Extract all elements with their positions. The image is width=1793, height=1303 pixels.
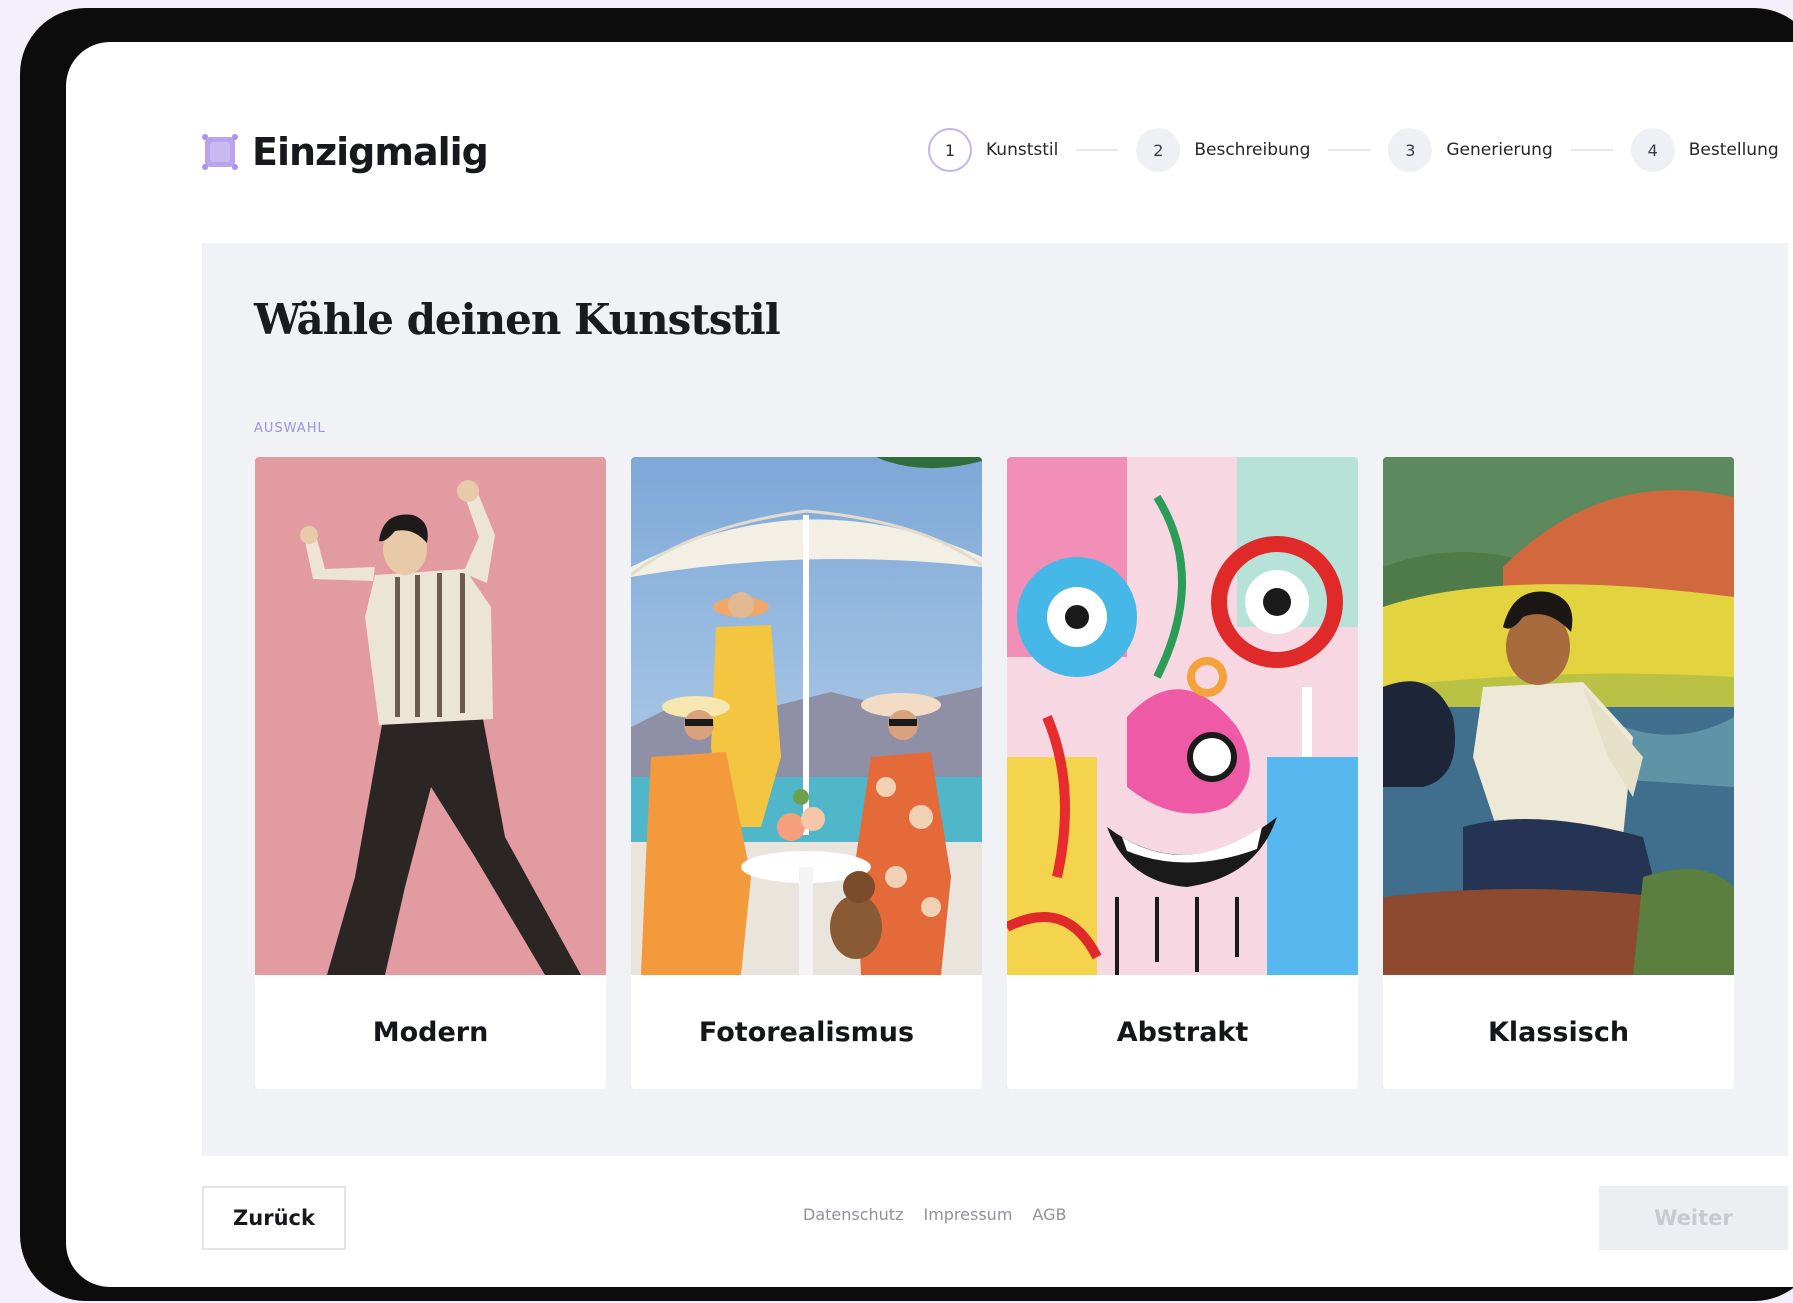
style-card-klassisch[interactable]: Klassisch xyxy=(1383,457,1734,1089)
progress-stepper: 1 Kunststil 2 Beschreibung 3 Generierung… xyxy=(928,128,1779,172)
abstract-style-image xyxy=(1007,457,1358,975)
page-title: Wähle deinen Kunststil xyxy=(254,295,781,344)
step-kunststil[interactable]: 1 Kunststil xyxy=(928,128,1058,172)
style-card-fotorealismus[interactable]: Fotorealismus xyxy=(631,457,982,1089)
step-label: Kunststil xyxy=(986,140,1059,160)
footer-link-datenschutz[interactable]: Datenschutz xyxy=(803,1205,903,1224)
next-button[interactable]: Weiter xyxy=(1599,1186,1788,1250)
style-selection-panel: Wähle deinen Kunststil AUSWAHL Modern Fo… xyxy=(202,243,1788,1156)
brand-name: Einzigmalig xyxy=(252,130,489,174)
step-number: 1 xyxy=(928,128,972,172)
photorealism-style-image xyxy=(631,457,982,975)
step-beschreibung[interactable]: 2 Beschreibung xyxy=(1136,128,1310,172)
step-bestellung[interactable]: 4 Bestellung xyxy=(1630,128,1779,172)
app-screen: Einzigmalig 1 Kunststil 2 Beschreibung 3… xyxy=(66,42,1793,1287)
step-connector xyxy=(1570,149,1613,151)
section-label: AUSWAHL xyxy=(254,421,326,436)
frame-icon xyxy=(202,134,238,170)
card-label: Fotorealismus xyxy=(698,1016,915,1048)
step-connector xyxy=(1076,149,1119,151)
step-number: 2 xyxy=(1136,128,1181,172)
step-label: Beschreibung xyxy=(1194,140,1311,160)
footer-link-impressum[interactable]: Impressum xyxy=(923,1205,1012,1224)
card-label: Klassisch xyxy=(1487,1016,1630,1048)
brand-logo[interactable]: Einzigmalig xyxy=(202,130,489,174)
step-number: 3 xyxy=(1388,128,1433,172)
step-connector xyxy=(1328,149,1371,151)
step-label: Generierung xyxy=(1446,140,1553,160)
style-card-abstrakt[interactable]: Abstrakt xyxy=(1007,457,1358,1089)
classical-style-image xyxy=(1383,457,1734,975)
step-label: Bestellung xyxy=(1688,140,1779,160)
back-button[interactable]: Zurück xyxy=(202,1186,346,1250)
card-label: Modern xyxy=(372,1016,489,1048)
step-number: 4 xyxy=(1630,128,1675,172)
step-generierung[interactable]: 3 Generierung xyxy=(1388,128,1553,172)
footer-links: Datenschutz Impressum AGB xyxy=(803,1205,1066,1224)
style-card-grid: Modern Fotorealismus Abstrakt Klassisch xyxy=(255,457,1734,1089)
footer-link-agb[interactable]: AGB xyxy=(1032,1205,1066,1224)
modern-style-image xyxy=(255,457,606,975)
device-frame: Einzigmalig 1 Kunststil 2 Beschreibung 3… xyxy=(20,8,1793,1301)
style-card-modern[interactable]: Modern xyxy=(255,457,606,1089)
card-label: Abstrakt xyxy=(1116,1016,1249,1048)
